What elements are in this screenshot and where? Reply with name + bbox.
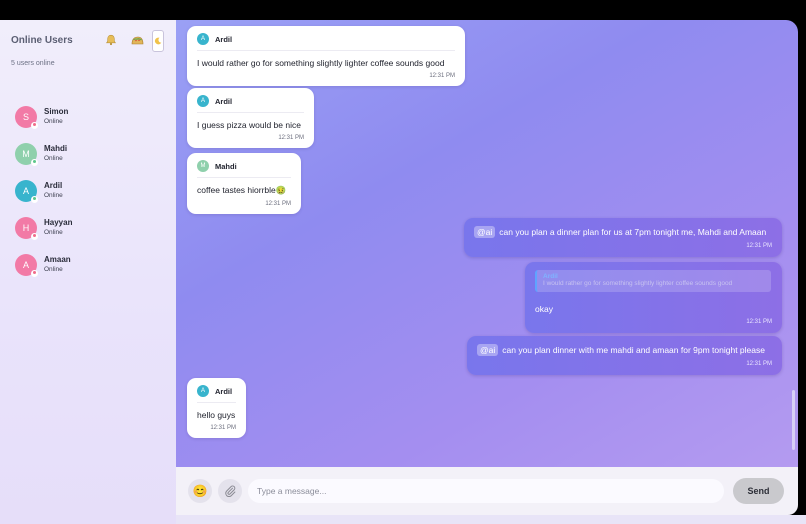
online-count: 5 users online bbox=[11, 60, 55, 67]
user-status: Online bbox=[44, 118, 63, 125]
user-status: Online bbox=[44, 266, 63, 273]
message-time: 12:31 PM bbox=[278, 135, 304, 141]
message-text: can you plan dinner with me mahdi and am… bbox=[502, 345, 765, 355]
avatar-initial: M bbox=[22, 148, 30, 159]
sender-name: Ardil bbox=[215, 386, 233, 396]
user-name: Amaan bbox=[44, 255, 71, 264]
user-item-simon[interactable]: S Simon Online bbox=[15, 98, 72, 135]
avatar-initial: S bbox=[22, 111, 29, 122]
reply-sender: Ardil bbox=[543, 273, 558, 280]
message-time: 12:31 PM bbox=[746, 361, 772, 367]
message-time: 12:31 PM bbox=[746, 319, 772, 325]
user-name: Mahdi bbox=[44, 144, 68, 153]
user-name: Simon bbox=[44, 107, 69, 116]
sender-name: Ardil bbox=[215, 34, 233, 44]
avatar-initial: A bbox=[22, 185, 29, 196]
status-dot bbox=[31, 269, 38, 277]
message-text: can you plan a dinner plan for us at 7pm… bbox=[499, 227, 767, 237]
avatar: H bbox=[15, 216, 38, 240]
chat-scrollbar[interactable] bbox=[792, 390, 795, 450]
own-message-bubble: @ai can you plan dinner with me mahdi an… bbox=[467, 336, 782, 375]
message-bubble: A Ardil I would rather go for something … bbox=[187, 26, 465, 86]
sender-avatar: M bbox=[197, 160, 209, 172]
avatar-initial: H bbox=[22, 222, 30, 233]
user-status: Online bbox=[44, 229, 63, 236]
avatar: M bbox=[15, 142, 38, 166]
message-text: coffee tastes hiorrble🤢 bbox=[197, 185, 287, 195]
emoji-button[interactable]: 😊 bbox=[188, 479, 212, 503]
sender-avatar: A bbox=[197, 33, 209, 45]
avatar-initial: A bbox=[22, 259, 29, 270]
message-bubble: A Ardil hello guys 12:31 PM bbox=[187, 378, 246, 438]
message-text: okay bbox=[535, 304, 553, 314]
sender-name: Mahdi bbox=[215, 161, 237, 171]
ai-mention-tag[interactable]: @ai bbox=[474, 226, 496, 238]
sender-avatar: A bbox=[197, 95, 209, 107]
user-item-hayyan[interactable]: H Hayyan Online bbox=[15, 209, 72, 246]
user-name: Hayyan bbox=[44, 218, 73, 227]
message-bubble: M Mahdi coffee tastes hiorrble🤢 12:31 PM bbox=[187, 153, 301, 214]
paperclip-icon bbox=[225, 485, 236, 497]
user-status: Online bbox=[44, 155, 63, 162]
top-black-bar bbox=[0, 0, 806, 20]
avatar: A bbox=[15, 179, 38, 203]
message-time: 12:31 PM bbox=[210, 425, 236, 431]
window-edge bbox=[798, 20, 806, 524]
taco-icon[interactable] bbox=[129, 32, 145, 48]
message-time: 12:31 PM bbox=[746, 243, 772, 249]
smiley-icon: 😊 bbox=[192, 484, 208, 498]
message-text: hello guys bbox=[197, 410, 236, 420]
send-button[interactable]: Send bbox=[733, 478, 784, 504]
user-item-mahdi[interactable]: M Mahdi Online bbox=[15, 135, 72, 172]
sender-name: Ardil bbox=[215, 96, 233, 106]
avatar: A bbox=[15, 253, 38, 277]
own-reply-bubble: Ardil I would rather go for something sl… bbox=[525, 262, 782, 333]
reply-text: I would rather go for something slightly… bbox=[543, 280, 733, 287]
chat-messages-area[interactable]: A Ardil I would rather go for something … bbox=[176, 20, 798, 468]
user-item-amaan[interactable]: A Amaan Online bbox=[15, 246, 72, 283]
status-dot bbox=[31, 121, 38, 129]
message-input[interactable] bbox=[248, 479, 724, 503]
user-list: S Simon Online M Mahdi Online A Ardil On… bbox=[15, 98, 72, 283]
message-time: 12:31 PM bbox=[429, 73, 455, 79]
status-dot bbox=[31, 195, 38, 203]
status-dot bbox=[31, 232, 38, 240]
sidebar-title: Online Users bbox=[11, 35, 73, 46]
own-message-bubble: @ai can you plan a dinner plan for us at… bbox=[464, 218, 782, 257]
message-text: I would rather go for something slightly… bbox=[197, 58, 445, 68]
ai-mention-tag[interactable]: @ai bbox=[477, 344, 499, 356]
message-bubble: A Ardil I guess pizza would be nice 12:3… bbox=[187, 88, 314, 148]
message-time: 12:31 PM bbox=[265, 201, 291, 207]
status-dot bbox=[31, 158, 38, 166]
online-users-sidebar: Online Users 5 users online S Simon Onli… bbox=[0, 20, 176, 524]
sender-avatar: A bbox=[197, 385, 209, 397]
user-item-ardil[interactable]: A Ardil Online bbox=[15, 172, 72, 209]
message-composer: 😊 Send bbox=[176, 467, 798, 515]
user-status: Online bbox=[44, 192, 63, 199]
user-name: Ardil bbox=[44, 181, 63, 190]
attach-button[interactable] bbox=[218, 479, 242, 503]
moon-icon[interactable] bbox=[152, 30, 164, 52]
window-bottom-edge bbox=[176, 515, 806, 524]
message-text: I guess pizza would be nice bbox=[197, 120, 301, 130]
quoted-reply[interactable]: Ardil I would rather go for something sl… bbox=[535, 270, 771, 292]
bell-icon[interactable] bbox=[103, 32, 119, 48]
avatar: S bbox=[15, 105, 38, 129]
